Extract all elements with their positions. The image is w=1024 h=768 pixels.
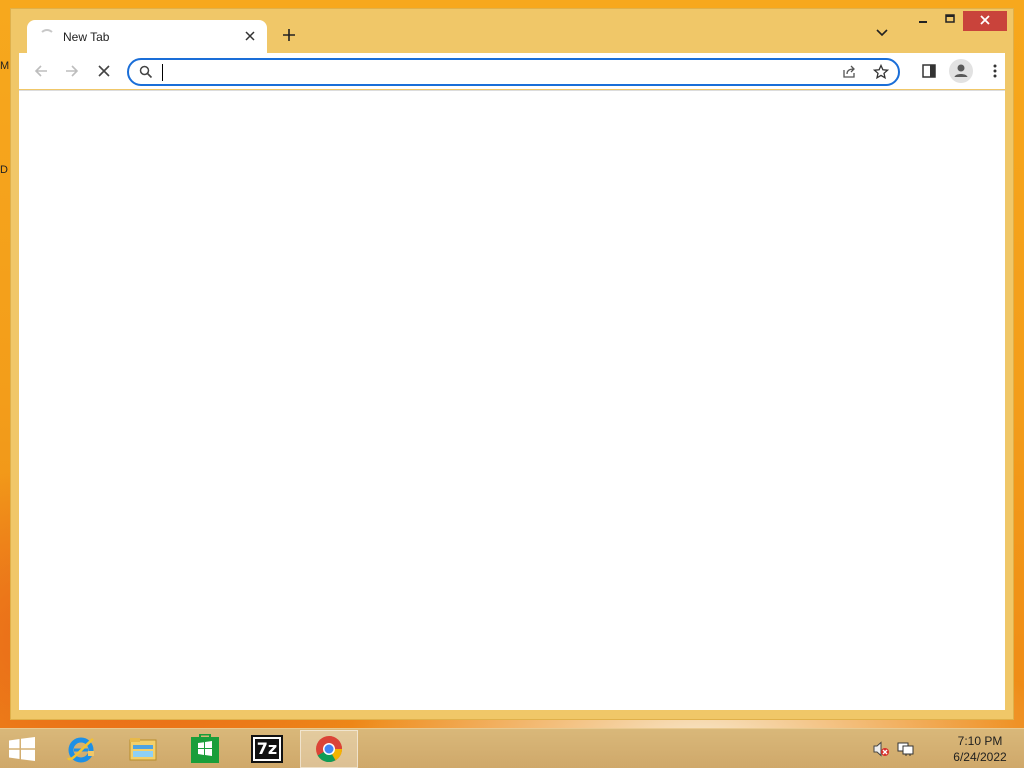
close-icon: [980, 15, 990, 25]
tab-search-button[interactable]: [875, 26, 895, 46]
stop-loading-button[interactable]: [92, 59, 116, 83]
person-icon: [954, 64, 968, 77]
taskbar: 7z 7:10 PM 6/24/2022: [0, 728, 1024, 768]
title-bar[interactable]: New Tab: [11, 9, 1013, 54]
store-icon: [191, 734, 219, 763]
internet-explorer-icon: [66, 737, 94, 763]
taskbar-file-explorer[interactable]: [114, 730, 172, 768]
taskbar-chrome[interactable]: [300, 730, 358, 768]
browser-toolbar: [19, 53, 1005, 89]
arrow-left-icon: [34, 65, 47, 77]
side-panel-button[interactable]: [917, 59, 941, 83]
side-panel-icon: [922, 64, 936, 78]
share-icon[interactable]: [841, 64, 857, 85]
minimize-icon: [919, 21, 927, 23]
chevron-down-icon: [876, 29, 888, 37]
chrome-icon: [316, 736, 343, 763]
arrow-right-icon: [66, 65, 79, 77]
close-icon: [98, 65, 110, 77]
browser-menu-button[interactable]: [983, 59, 1007, 83]
folder-icon: [129, 738, 157, 761]
text-cursor: [162, 64, 163, 81]
profile-button[interactable]: [949, 59, 973, 83]
7zip-icon: 7z: [251, 735, 283, 763]
loading-spinner-icon: [39, 29, 55, 45]
start-button[interactable]: [8, 737, 38, 761]
taskbar-internet-explorer[interactable]: [52, 730, 110, 768]
back-button[interactable]: [29, 59, 53, 83]
clock-time: 7:10 PM: [957, 734, 1003, 748]
maximize-button[interactable]: [938, 11, 962, 31]
windows-logo-icon: [9, 737, 35, 761]
maximize-icon: [945, 14, 955, 23]
window-close-button[interactable]: [963, 11, 1007, 31]
plus-icon: [283, 29, 295, 41]
taskbar-store[interactable]: [176, 730, 234, 768]
tab-new-tab[interactable]: New Tab: [27, 20, 267, 54]
minimize-button[interactable]: [911, 11, 935, 31]
star-icon[interactable]: [872, 63, 890, 85]
taskbar-7zip[interactable]: 7z: [238, 730, 296, 768]
browser-window: New Tab: [10, 8, 1014, 720]
kebab-menu-icon: [993, 64, 997, 78]
tab-title: New Tab: [63, 30, 110, 44]
7zip-icon-label: 7z: [254, 739, 280, 759]
address-input[interactable]: [161, 63, 821, 81]
volume-muted-icon[interactable]: [872, 741, 890, 757]
forward-button[interactable]: [60, 59, 84, 83]
taskbar-clock[interactable]: 7:10 PM 6/24/2022: [940, 733, 1020, 765]
tab-close-icon[interactable]: [241, 28, 259, 46]
clock-date: 6/24/2022: [953, 750, 1007, 764]
network-icon[interactable]: [897, 741, 915, 757]
new-tab-button[interactable]: [277, 24, 301, 48]
search-icon: [139, 65, 153, 84]
address-bar[interactable]: [127, 58, 900, 86]
page-content[interactable]: [19, 90, 1005, 710]
